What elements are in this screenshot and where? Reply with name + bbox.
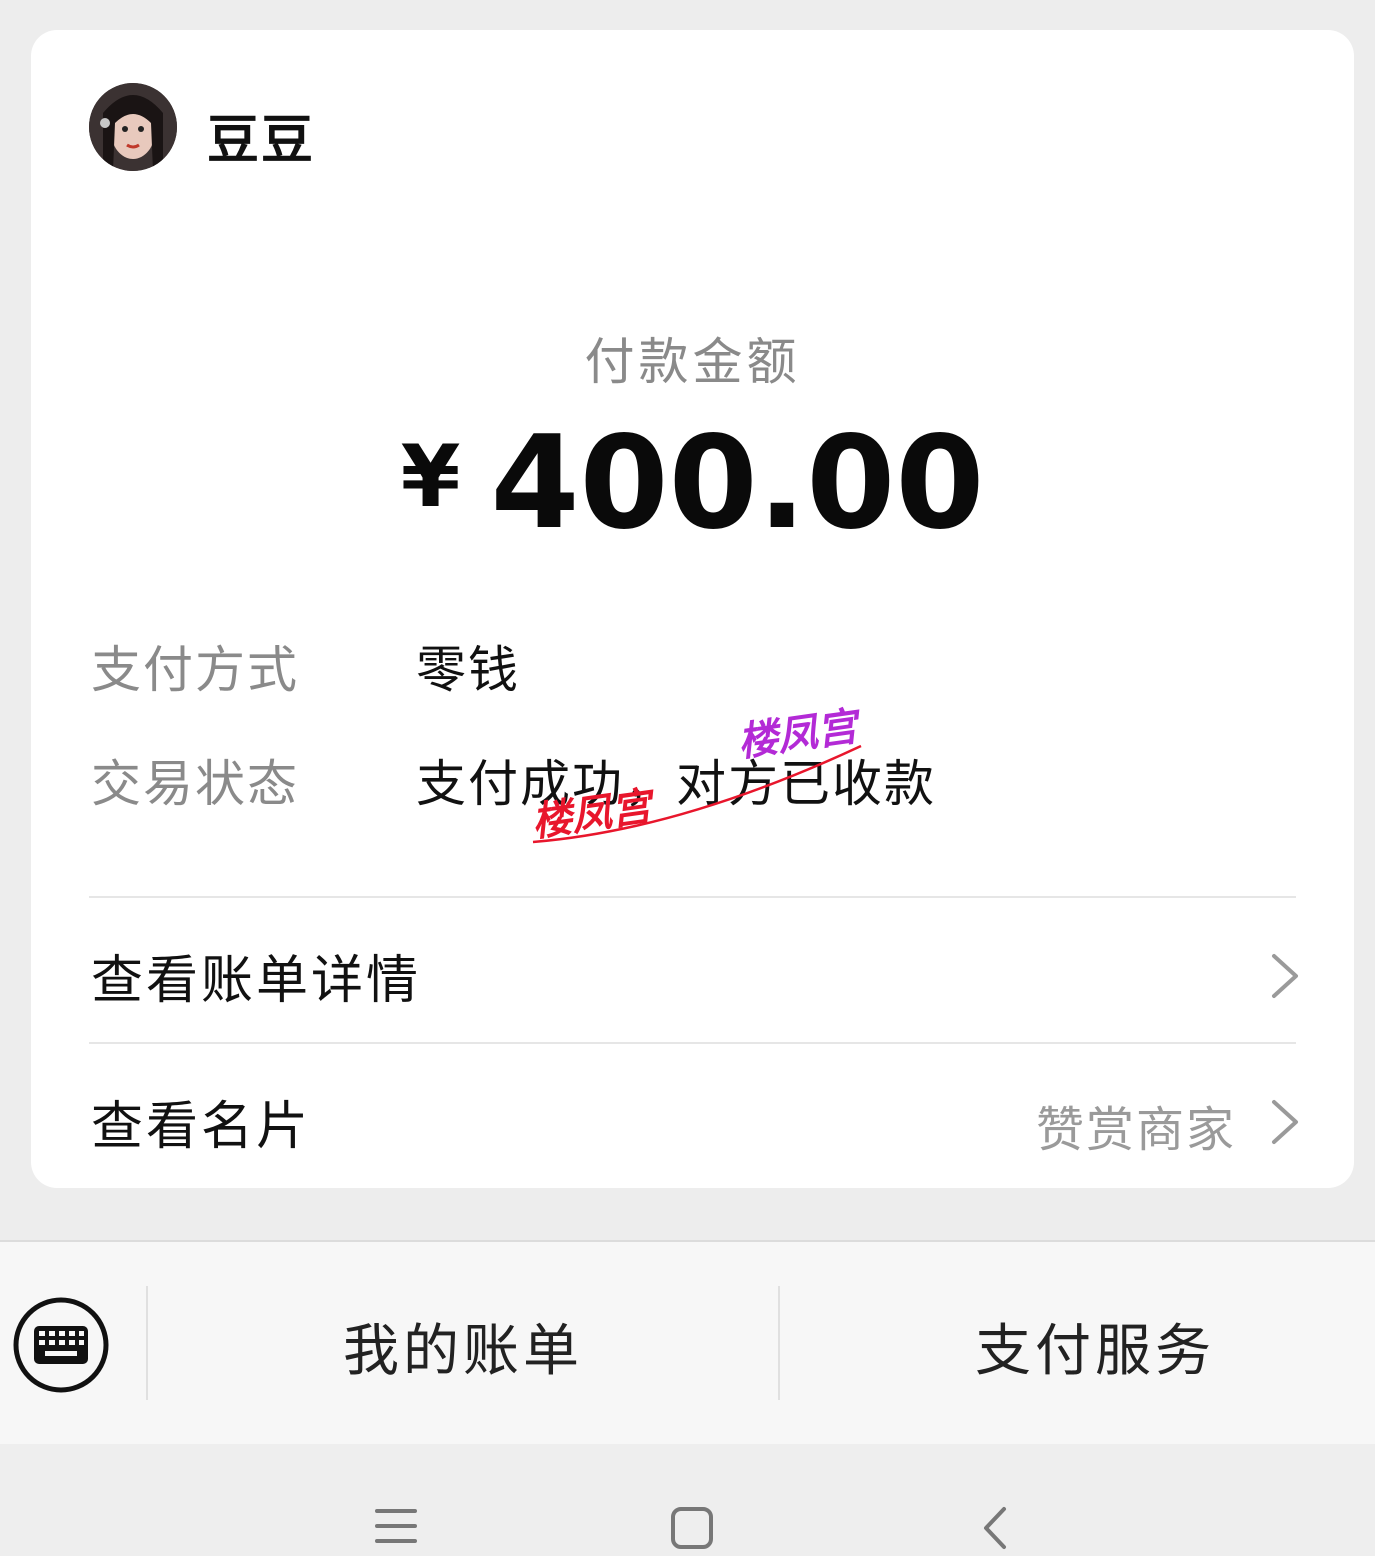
amount-display: ¥400.00 [31,420,1354,548]
divider [89,896,1296,898]
home-icon[interactable] [670,1506,714,1550]
view-bill-detail-row[interactable]: 查看账单详情 [31,900,1354,1040]
pay-service-button[interactable]: 支付服务 [780,1306,1375,1387]
view-business-card-row[interactable]: 查看名片 赞赏商家 [31,1046,1354,1186]
view-business-card-label: 查看名片 [91,1097,312,1157]
divider [89,1042,1296,1044]
menu-icon[interactable] [374,1506,418,1546]
bottom-menu-bar: 我的账单 支付服务 [0,1240,1375,1446]
chevron-right-icon [1272,1100,1298,1144]
my-bills-button[interactable]: 我的账单 [148,1306,778,1387]
tip-merchant-label: 赞赏商家 [1035,1102,1236,1158]
keyboard-icon[interactable] [12,1296,110,1394]
payment-method-label: 支付方式 [91,641,299,699]
currency-symbol: ¥ [400,427,461,527]
payment-method-value: 零钱 [416,641,520,699]
payee-name: 豆豆 [207,111,316,171]
back-icon[interactable] [980,1506,1010,1550]
payment-card: 豆豆 付款金额 ¥400.00 支付方式 零钱 交易状态 支付成功，对方已收款 … [31,30,1354,1188]
amount-value: 400.00 [490,409,985,558]
payee-avatar[interactable] [89,83,177,171]
system-nav-bar [0,1444,1375,1556]
chevron-right-icon [1272,954,1298,998]
view-bill-detail-label: 查看账单详情 [91,951,422,1011]
user-avatar-photo-icon [89,83,177,171]
watermark-stroke [532,744,862,844]
transaction-status-label: 交易状态 [91,755,299,813]
amount-label: 付款金额 [584,333,801,391]
